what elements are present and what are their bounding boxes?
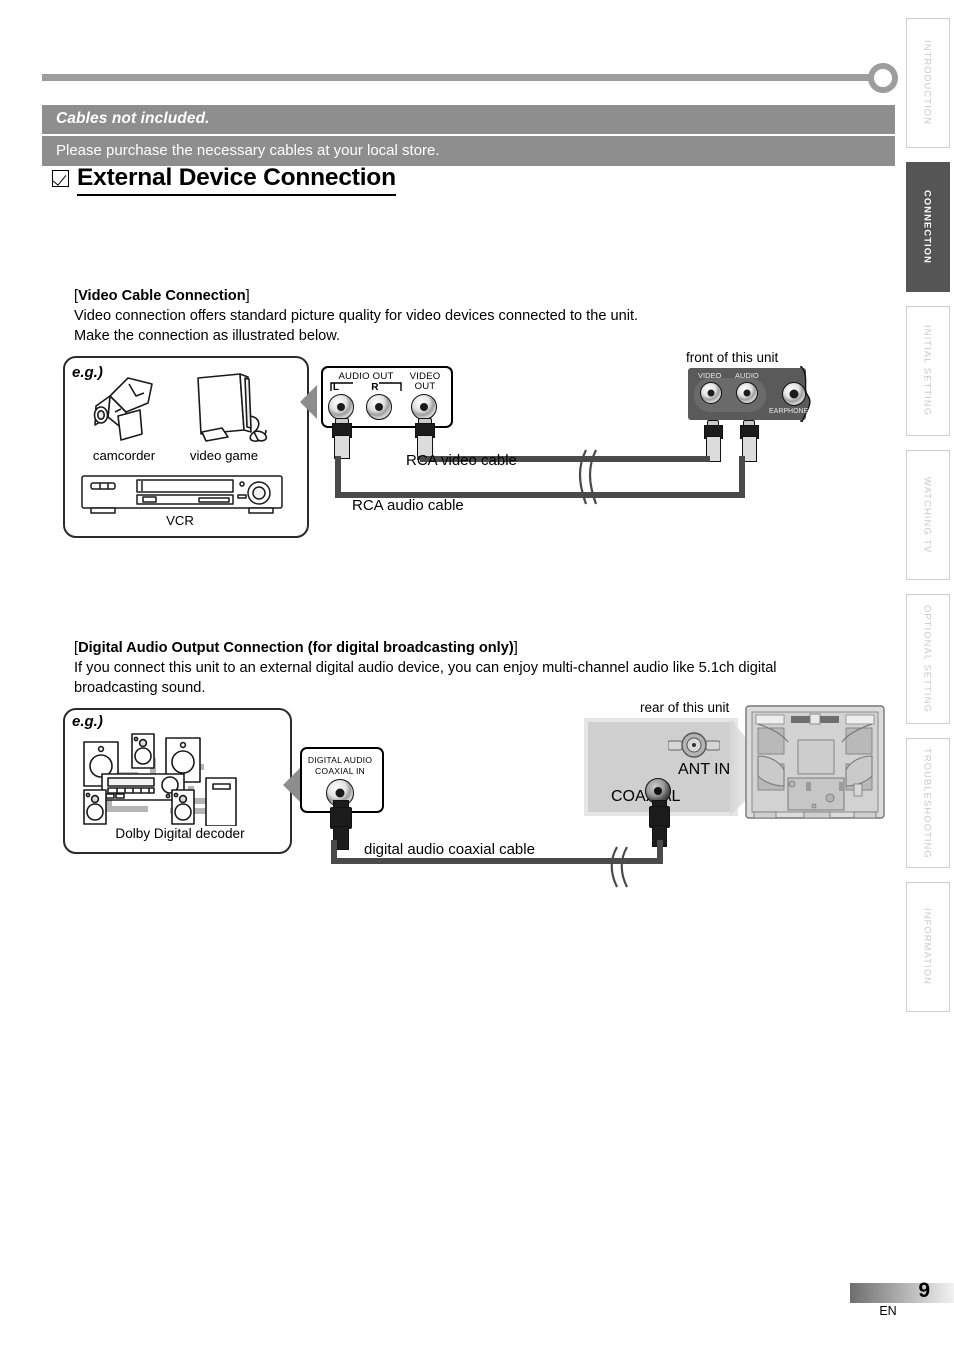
bracket-close: ] xyxy=(245,288,250,304)
sidebar-tab-information[interactable]: INFORMATION xyxy=(906,882,950,1012)
video-flow-arrow-icon xyxy=(300,385,317,419)
video-game-label: video game xyxy=(189,448,259,463)
rca-jack-left xyxy=(328,394,354,420)
digital-block-line2: broadcasting sound. xyxy=(74,679,206,696)
digital-flow-arrow-icon xyxy=(283,768,300,802)
section-tab-rail: INTRODUCTION CONNECTION INITIAL SETTING … xyxy=(900,18,954,1026)
audio-left-label: L xyxy=(332,382,340,393)
audio-right-label: R xyxy=(371,382,379,393)
coax-cable-label: digital audio coaxial cable xyxy=(364,841,535,858)
camcorder-label: camcorder xyxy=(92,448,156,463)
video-block-line1: Video connection offers standard picture… xyxy=(74,308,639,324)
rca-jack-video xyxy=(411,394,437,420)
d-bracket-close: ] xyxy=(513,640,518,656)
dolby-decoder-label: Dolby Digital decoder xyxy=(115,826,245,841)
sidebar-tab-label: INTRODUCTION xyxy=(922,40,934,126)
digital-audio-label-1: DIGITAL AUDIO xyxy=(307,755,373,765)
page-title: External Device Connection xyxy=(52,163,396,197)
front-video-label: VIDEO xyxy=(698,371,722,380)
earphone-jack xyxy=(782,382,806,406)
vcr-label: VCR xyxy=(166,513,194,528)
sidebar-tab-label: INFORMATION xyxy=(922,908,934,986)
cables-notice-banner: Cables not included. Please purchase the… xyxy=(42,105,895,166)
sidebar-tab-initial-setting[interactable]: INITIAL SETTING xyxy=(906,306,950,436)
sidebar-tab-introduction[interactable]: INTRODUCTION xyxy=(906,18,950,148)
sidebar-tab-label: OPTIONAL SETTING xyxy=(922,605,934,713)
page-title-text: External Device Connection xyxy=(77,163,396,197)
footer-gradient-bar: 9 xyxy=(850,1279,954,1303)
notice-title: Cables not included. xyxy=(56,110,210,127)
sidebar-tab-label: TROUBLESHOOTING xyxy=(922,747,934,859)
video-block-title-text: Video Cable Connection xyxy=(78,288,246,304)
sidebar-tab-label: INITIAL SETTING xyxy=(922,325,934,417)
video-cable-break-icon xyxy=(578,449,598,505)
sidebar-tab-troubleshooting[interactable]: TROUBLESHOOTING xyxy=(906,738,950,868)
front-rca-video xyxy=(700,382,722,404)
digital-block-title: [Digital Audio Output Connection (for di… xyxy=(74,640,518,656)
video-block-body: Video connection offers standard picture… xyxy=(74,307,638,346)
sidebar-tab-watching-tv[interactable]: WATCHING TV xyxy=(906,450,950,580)
language-code: EN xyxy=(879,1304,897,1318)
video-block-line2: Make the connection as illustrated below… xyxy=(74,327,341,344)
page-number: 9 xyxy=(918,1279,930,1302)
digital-block-body: If you connect this unit to an external … xyxy=(74,659,864,698)
video-out-label-2: OUT xyxy=(414,381,436,392)
coax-cable-rise xyxy=(657,840,663,864)
front-rca-audio xyxy=(736,382,758,404)
sidebar-tab-optional-setting[interactable]: OPTIONAL SETTING xyxy=(906,594,950,724)
ant-in-label: ANT IN xyxy=(678,761,731,778)
digital-block-title-text: Digital Audio Output Connection (for dig… xyxy=(78,640,514,656)
notice-subtitle: Please purchase the necessary cables at … xyxy=(56,142,440,159)
rear-unit-caption: rear of this unit xyxy=(640,700,730,715)
rca-jack-right xyxy=(366,394,392,420)
digital-block-line1: If you connect this unit to an external … xyxy=(74,660,777,676)
front-audio-label: AUDIO xyxy=(735,371,759,380)
earphone-label: EARPHONE xyxy=(769,408,809,415)
digital-audio-label-2: COAXIAL IN xyxy=(315,766,365,776)
rca-video-cable-end xyxy=(704,456,710,462)
sidebar-tab-connection[interactable]: CONNECTION xyxy=(906,162,950,292)
rca-audio-cable-label: RCA audio cable xyxy=(352,497,464,514)
checked-box-icon xyxy=(52,170,69,187)
video-block-title: [Video Cable Connection] xyxy=(74,288,250,304)
coax-cable-break-icon xyxy=(610,846,628,888)
rca-video-cable-label: RCA video cable xyxy=(406,452,517,469)
rca-audio-cable-rise xyxy=(739,456,745,498)
ant-in-connector-icon xyxy=(668,732,720,758)
header-ring-icon xyxy=(868,63,898,93)
header-rule xyxy=(42,74,878,81)
front-unit-caption: front of this unit xyxy=(686,350,779,365)
sidebar-tab-label: WATCHING TV xyxy=(922,476,934,554)
sidebar-tab-label: CONNECTION xyxy=(922,189,934,265)
page-footer: 9 EN xyxy=(850,1279,954,1318)
